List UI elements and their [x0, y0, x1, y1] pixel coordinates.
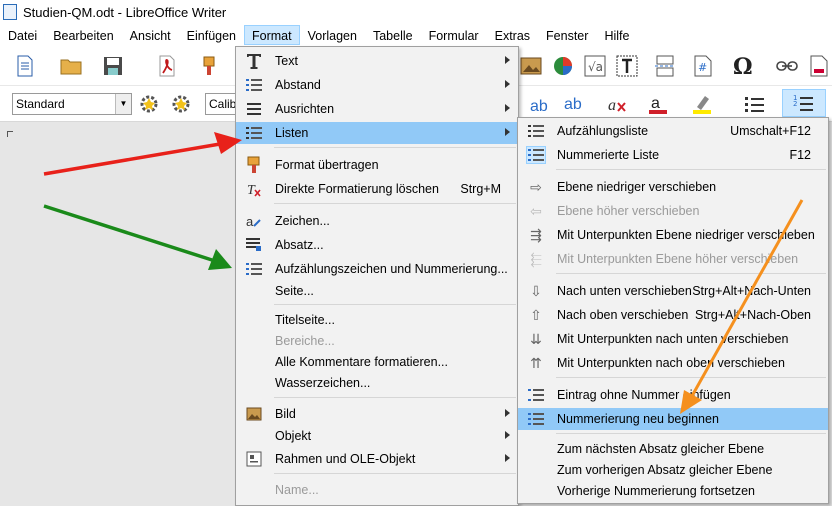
red-arrow	[43, 132, 242, 176]
annotation-arrows-layer	[43, 132, 804, 414]
green-arrow	[43, 204, 232, 270]
orange-arrow	[680, 199, 804, 414]
